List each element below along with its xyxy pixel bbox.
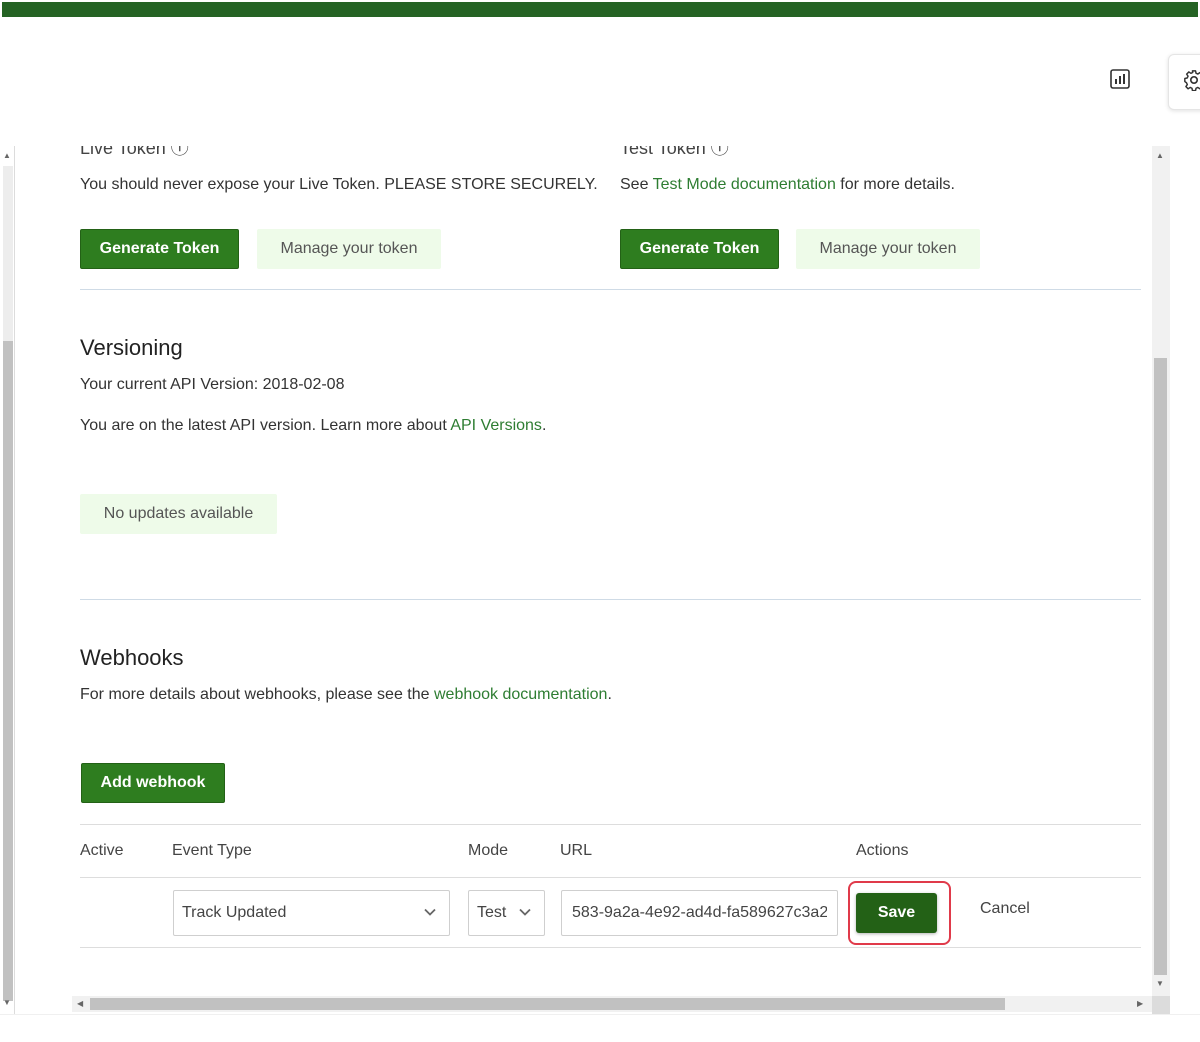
scroll-up-arrow-icon[interactable]: ▲: [3, 152, 11, 160]
scroll-down-arrow-icon[interactable]: ▼: [1156, 980, 1164, 988]
scroll-up-arrow-icon[interactable]: ▲: [1156, 152, 1164, 160]
url-input[interactable]: [561, 890, 838, 936]
event-type-select[interactable]: Track Updated: [173, 890, 450, 936]
section-divider: [80, 289, 1141, 290]
content-horizontal-scroll-thumb[interactable]: [90, 998, 1005, 1010]
webhooks-desc-suffix: .: [607, 686, 612, 703]
webhook-documentation-link[interactable]: webhook documentation: [434, 686, 607, 703]
event-type-value: Track Updated: [182, 904, 287, 921]
table-bottom-border: [80, 947, 1141, 948]
manage-live-token-button[interactable]: Manage your token: [257, 229, 441, 269]
generate-test-token-button[interactable]: Generate Token: [620, 229, 779, 269]
scroll-right-arrow-icon[interactable]: ▶: [1137, 1000, 1143, 1008]
webhooks-description: For more details about webhooks, please …: [80, 686, 612, 704]
manage-test-token-button[interactable]: Manage your token: [796, 229, 980, 269]
latest-prefix: You are on the latest API version. Learn…: [80, 417, 451, 434]
content-vertical-scrollbar[interactable]: ▲ ▼: [1152, 146, 1170, 996]
latest-suffix: .: [541, 417, 547, 434]
live-token-title: Live Token ⓘ: [80, 146, 189, 158]
save-button[interactable]: Save: [856, 893, 937, 933]
cancel-button[interactable]: Cancel: [980, 900, 1030, 918]
column-header-event-type: Event Type: [172, 842, 252, 859]
column-header-mode: Mode: [468, 842, 509, 859]
bar-chart-icon: [1109, 68, 1131, 95]
webhooks-title: Webhooks: [80, 645, 184, 670]
settings-content: Live Token ⓘ You should never expose you…: [16, 146, 1152, 996]
scrollbar-corner: [1152, 996, 1170, 1014]
scroll-left-arrow-icon[interactable]: ◀: [77, 1000, 83, 1008]
latest-version-note: You are on the latest API version. Learn…: [80, 417, 546, 435]
mode-select[interactable]: Test: [468, 890, 545, 936]
outer-scroll-edge: [14, 146, 15, 1014]
no-updates-status: No updates available: [80, 494, 277, 534]
content-horizontal-scrollbar[interactable]: ◀ ▶: [72, 996, 1152, 1012]
table-header-border: [80, 877, 1141, 878]
column-header-active: Active: [80, 842, 124, 859]
page-footer-area: [0, 1014, 1200, 1042]
current-api-version: Your current API Version: 2018-02-08: [80, 376, 345, 393]
api-versions-link[interactable]: API Versions: [450, 417, 542, 434]
test-mode-documentation-link[interactable]: Test Mode documentation: [653, 176, 836, 193]
column-header-url: URL: [560, 842, 593, 859]
scroll-down-arrow-icon[interactable]: ▼: [3, 999, 11, 1007]
brand-strip: [2, 2, 1198, 17]
versioning-title: Versioning: [80, 335, 183, 360]
test-token-title: Test Token ⓘ: [620, 146, 729, 158]
outer-scrollbar[interactable]: ▲ ▼: [0, 146, 16, 1014]
chevron-down-icon: [518, 905, 532, 924]
generate-live-token-button[interactable]: Generate Token: [80, 229, 239, 269]
chevron-down-icon: [423, 905, 437, 924]
test-token-desc-prefix: See: [620, 176, 653, 193]
gear-icon: [1183, 69, 1200, 96]
report-button[interactable]: [1107, 68, 1133, 94]
test-token-description: See Test Mode documentation for more det…: [620, 176, 955, 194]
add-webhook-button[interactable]: Add webhook: [81, 763, 225, 803]
column-header-actions: Actions: [856, 842, 909, 859]
page-header: [0, 18, 1200, 146]
outer-scroll-thumb[interactable]: [3, 341, 13, 1001]
test-token-desc-suffix: for more details.: [835, 176, 955, 193]
mode-value: Test: [477, 904, 507, 921]
content-vertical-scroll-thumb[interactable]: [1154, 358, 1167, 975]
live-token-description: You should never expose your Live Token.…: [80, 176, 598, 193]
section-divider: [80, 599, 1141, 600]
top-bar: [0, 0, 1200, 18]
settings-button[interactable]: [1168, 54, 1200, 110]
table-top-border: [80, 824, 1141, 825]
webhooks-desc-prefix: For more details about webhooks, please …: [80, 686, 434, 703]
